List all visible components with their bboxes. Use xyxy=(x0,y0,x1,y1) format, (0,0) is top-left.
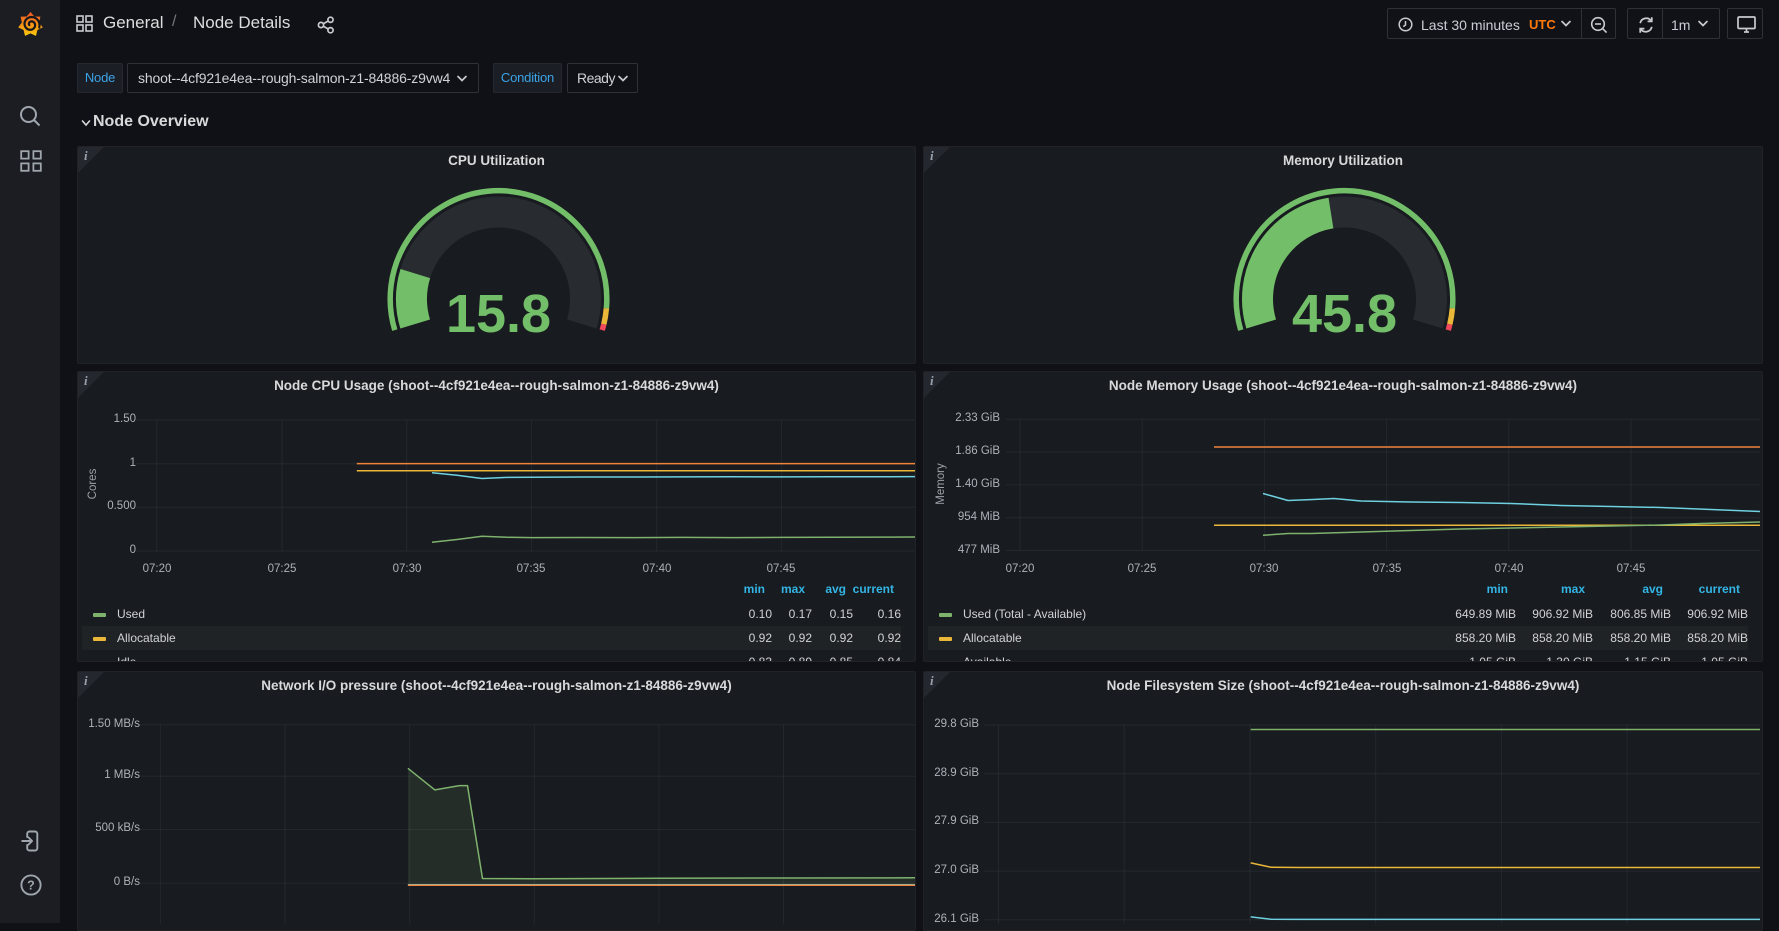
svg-text:15.8: 15.8 xyxy=(446,284,551,344)
svg-text:45.8: 45.8 xyxy=(1292,284,1397,344)
svg-text:?: ? xyxy=(27,879,35,893)
